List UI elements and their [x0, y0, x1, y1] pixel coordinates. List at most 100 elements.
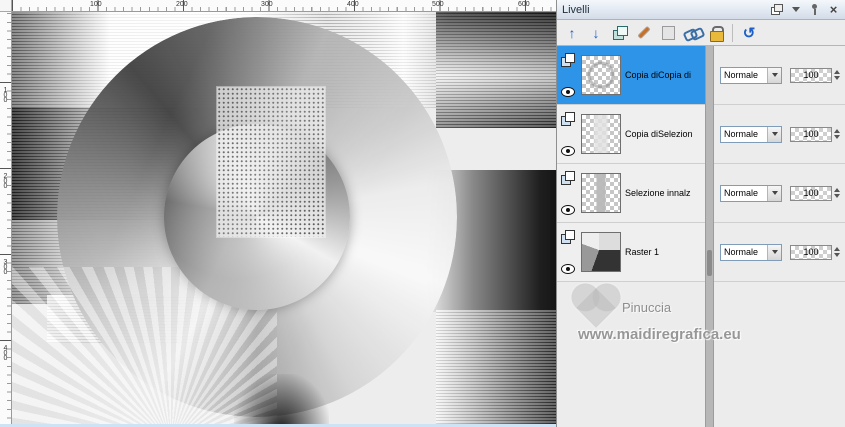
- dropdown-arrow-icon[interactable]: [767, 185, 781, 201]
- new-layer-button[interactable]: [609, 23, 631, 43]
- artwork-halftone-dots: [217, 87, 325, 237]
- layer-name: Copia diCopia di: [625, 70, 692, 80]
- toolbar-divider: [732, 23, 733, 42]
- blend-mode-value: Normale: [724, 129, 759, 139]
- chevron-down-icon[interactable]: [789, 3, 802, 16]
- opacity-field[interactable]: 100: [790, 126, 832, 142]
- ruler-label: 200: [176, 1, 188, 8]
- layers-toolbar: [557, 20, 845, 46]
- layer-icon-column: [561, 230, 577, 274]
- row-gap: [705, 46, 714, 105]
- ruler-label: 100: [2, 87, 9, 102]
- opacity-spinner[interactable]: [832, 68, 841, 83]
- row-gap: [705, 223, 714, 282]
- ruler-corner: [0, 0, 12, 12]
- layer-name: Copia diSelezion: [625, 129, 693, 139]
- duplicate-layer-button[interactable]: [657, 23, 679, 43]
- opacity-control: 100: [790, 126, 841, 142]
- opacity-value: 100: [803, 188, 819, 198]
- layer-row-main[interactable]: Selezione innalz: [557, 164, 705, 223]
- layer-icon-column: [561, 53, 577, 97]
- link-layers-button[interactable]: [681, 23, 703, 43]
- artwork-topright-stripes: [436, 12, 556, 128]
- edit-layer-button[interactable]: [633, 23, 655, 43]
- visibility-eye-icon[interactable]: [561, 146, 575, 156]
- ruler-label: 600: [518, 1, 530, 8]
- app-window: 100 200 300 400 500 600 100 200 300 400: [0, 0, 845, 427]
- layer-row: Copia diCopia di Normale 100: [557, 46, 845, 105]
- move-layer-up-button[interactable]: [561, 23, 583, 43]
- visibility-eye-icon[interactable]: [561, 205, 575, 215]
- opacity-control: 100: [790, 185, 841, 201]
- visibility-eye-icon[interactable]: [561, 87, 575, 97]
- opacity-field[interactable]: 100: [790, 67, 832, 83]
- blend-mode-dropdown[interactable]: Normale: [720, 243, 782, 261]
- ruler-label: 400: [347, 1, 359, 8]
- layer-type-icon: [561, 112, 575, 126]
- layer-row-controls: Normale 100: [714, 223, 845, 282]
- palette-title-bar[interactable]: Livelli: [557, 0, 845, 20]
- image-canvas[interactable]: [12, 12, 556, 424]
- layer-thumbnail[interactable]: [581, 114, 621, 154]
- layer-type-icon: [561, 53, 575, 67]
- undo-button[interactable]: [738, 23, 760, 43]
- blend-mode-dropdown[interactable]: Normale: [720, 184, 782, 202]
- canvas-area: 100 200 300 400 500 600 100 200 300 400: [0, 0, 556, 427]
- dropdown-arrow-icon[interactable]: [767, 244, 781, 260]
- layer-row-main[interactable]: Raster 1: [557, 223, 705, 282]
- blend-mode-value: Normale: [724, 247, 759, 257]
- layer-thumbnail[interactable]: [581, 232, 621, 272]
- layer-row: Copia diSelezion Normale 100: [557, 105, 845, 164]
- layer-name: Raster 1: [625, 247, 660, 257]
- vertical-ruler: 100 200 300 400: [0, 12, 12, 427]
- close-icon[interactable]: [827, 3, 840, 16]
- palette-title: Livelli: [562, 3, 590, 16]
- ruler-label: 300: [2, 259, 9, 274]
- layer-row-main[interactable]: Copia diCopia di: [557, 46, 705, 105]
- layer-icon-column: [561, 171, 577, 215]
- opacity-control: 100: [790, 67, 841, 83]
- ruler-label: 400: [2, 345, 9, 360]
- ruler-label: 500: [432, 1, 444, 8]
- horizontal-ruler: 100 200 300 400 500 600: [12, 0, 556, 12]
- layer-icon-column: [561, 112, 577, 156]
- layer-row-controls: Normale 100: [714, 46, 845, 105]
- layer-type-icon: [561, 230, 575, 244]
- lock-transparency-button[interactable]: [705, 23, 727, 43]
- dropdown-arrow-icon[interactable]: [767, 126, 781, 142]
- opacity-value: 100: [803, 129, 819, 139]
- row-gap: [705, 105, 714, 164]
- blend-mode-value: Normale: [724, 70, 759, 80]
- opacity-spinner[interactable]: [832, 127, 841, 142]
- layer-row-main[interactable]: Copia diSelezion: [557, 105, 705, 164]
- pin-icon[interactable]: [808, 3, 821, 16]
- ruler-label: 100: [90, 1, 102, 8]
- float-palette-icon[interactable]: [770, 3, 783, 16]
- layer-row: Selezione innalz Normale 100: [557, 164, 845, 223]
- blend-mode-value: Normale: [724, 188, 759, 198]
- ruler-label: 200: [2, 173, 9, 188]
- blend-mode-dropdown[interactable]: Normale: [720, 125, 782, 143]
- opacity-value: 100: [803, 247, 819, 257]
- opacity-field[interactable]: 100: [790, 185, 832, 201]
- layer-row: Raster 1 Normale 100: [557, 223, 845, 282]
- opacity-spinner[interactable]: [832, 245, 841, 260]
- layer-row-controls: Normale 100: [714, 164, 845, 223]
- layer-thumbnail[interactable]: [581, 55, 621, 95]
- layers-palette: Livelli × ↑ ↓ ↺ Copia diCopia di Normale…: [556, 0, 845, 427]
- layer-list: Copia diCopia di Normale 100 Copia diSel…: [557, 46, 845, 282]
- row-gap: [705, 164, 714, 223]
- dropdown-arrow-icon[interactable]: [767, 67, 781, 83]
- opacity-field[interactable]: 100: [790, 244, 832, 260]
- blend-mode-dropdown[interactable]: Normale: [720, 66, 782, 84]
- opacity-control: 100: [790, 244, 841, 260]
- layer-thumbnail[interactable]: [581, 173, 621, 213]
- artwork-dark-wedge: [234, 374, 329, 424]
- artwork-bottomright-stripes: [436, 310, 556, 424]
- opacity-spinner[interactable]: [832, 186, 841, 201]
- ruler-label: 300: [261, 1, 273, 8]
- visibility-eye-icon[interactable]: [561, 264, 575, 274]
- opacity-value: 100: [803, 70, 819, 80]
- move-layer-down-button[interactable]: [585, 23, 607, 43]
- layer-type-icon: [561, 171, 575, 185]
